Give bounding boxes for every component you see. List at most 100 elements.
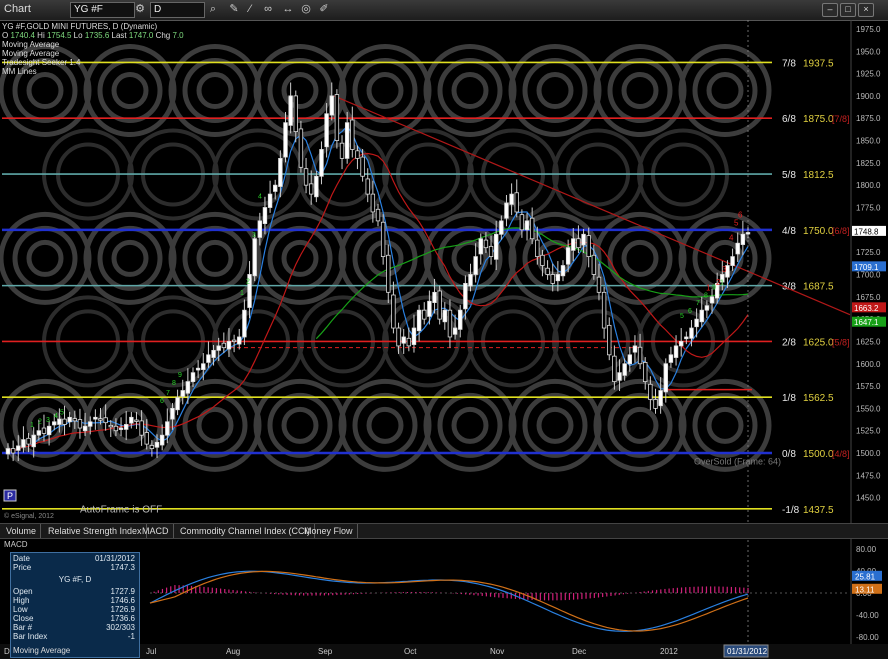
candle-body bbox=[483, 239, 489, 249]
interval-input[interactable]: D bbox=[150, 2, 205, 18]
seeker-count: 4 bbox=[54, 413, 58, 420]
bg-circle bbox=[607, 58, 673, 124]
mm-line-value: 1437.5 bbox=[803, 505, 834, 516]
candle-body bbox=[735, 242, 740, 255]
candle-body bbox=[519, 214, 525, 231]
mm-line-value: 1750.0 bbox=[803, 226, 834, 237]
mm-line-label: 6/8 bbox=[782, 114, 796, 125]
price-tick-label: 1875.0 bbox=[856, 114, 881, 123]
tab-cci[interactable]: Commodity Channel Index (CCI) bbox=[176, 524, 316, 538]
bg-circle bbox=[111, 239, 149, 277]
candle-body bbox=[62, 418, 67, 425]
candle-body bbox=[252, 238, 257, 277]
candle-body bbox=[129, 416, 134, 424]
candle-body bbox=[560, 265, 566, 277]
candle-body bbox=[278, 157, 283, 187]
tab-volume[interactable]: Volume bbox=[2, 524, 42, 538]
price-tick-label: 1550.0 bbox=[856, 404, 881, 413]
mm-line-label: 4/8 bbox=[782, 226, 796, 237]
price-tick-label: 1950.0 bbox=[856, 47, 881, 56]
price-tick-label: 1450.0 bbox=[856, 494, 881, 503]
bg-circle bbox=[692, 225, 758, 291]
bg-circle bbox=[607, 225, 673, 291]
candle-body bbox=[329, 95, 334, 116]
seeker-count: 4 bbox=[258, 194, 262, 201]
magnify-icon[interactable]: ◎ bbox=[300, 3, 312, 15]
mm-line-value: 1875.0 bbox=[803, 114, 834, 125]
candle-body bbox=[154, 441, 160, 448]
study-2[interactable]: Moving Average bbox=[2, 49, 184, 58]
low-label: Lo bbox=[73, 31, 83, 40]
price-tick-label: 1825.0 bbox=[856, 159, 881, 168]
oversold-label: OverSold (Frame: 64) bbox=[694, 457, 781, 467]
dw-value: 1727.9 bbox=[110, 587, 135, 596]
price-tick-label: 1600.0 bbox=[856, 360, 881, 369]
maximize-button[interactable]: □ bbox=[840, 3, 856, 17]
dw-value: 1736.6 bbox=[110, 614, 135, 623]
mm-line-label: 0/8 bbox=[782, 449, 796, 460]
dw-label: High bbox=[13, 596, 30, 605]
bg-circle bbox=[692, 392, 758, 458]
bg-circle bbox=[352, 392, 418, 458]
seeker-count: 5 bbox=[680, 313, 684, 320]
pencil-icon[interactable]: ✎ bbox=[228, 3, 240, 15]
macd-title: MACD bbox=[4, 540, 28, 549]
candle-body bbox=[237, 336, 242, 345]
candle-body bbox=[447, 309, 453, 338]
macd-tick-label: 80.00 bbox=[856, 545, 877, 554]
dw-row: Bar # 302/303 bbox=[13, 623, 135, 632]
candle-body bbox=[113, 425, 119, 432]
candle-body bbox=[648, 383, 653, 400]
seeker-count-red: 6 bbox=[738, 210, 743, 219]
dw-date-row: Date 01/31/2012 bbox=[13, 554, 135, 563]
time-axis-label: Jul bbox=[146, 647, 156, 656]
close-button[interactable]: × bbox=[858, 3, 874, 17]
mm-line-tag: [5/8] bbox=[832, 337, 850, 347]
candle-body bbox=[350, 119, 355, 150]
dw-row: Close 1736.6 bbox=[13, 614, 135, 623]
candle-body bbox=[123, 424, 129, 430]
candle-body bbox=[452, 327, 458, 335]
mm-line-label: 1/8 bbox=[782, 393, 796, 404]
time-axis-label: 2012 bbox=[660, 647, 678, 656]
bg-circle bbox=[451, 72, 489, 110]
study-3[interactable]: Tradesight Seeker 1.4 bbox=[2, 58, 184, 67]
seeker-count: 6 bbox=[688, 308, 692, 315]
search-icon[interactable]: ⌕ bbox=[207, 3, 219, 15]
minimize-button[interactable]: – bbox=[822, 3, 838, 17]
candle-body bbox=[427, 300, 432, 317]
link-icon[interactable]: ∞ bbox=[262, 3, 274, 15]
line-tool-icon[interactable]: ⁄ bbox=[244, 3, 256, 15]
candle-body bbox=[77, 419, 83, 429]
candle-body bbox=[82, 425, 88, 432]
candle-body bbox=[632, 345, 638, 353]
candle-body bbox=[5, 448, 11, 455]
candle-body bbox=[211, 349, 216, 358]
price-tick-label: 1800.0 bbox=[856, 181, 881, 190]
study-1[interactable]: Moving Average bbox=[2, 40, 184, 49]
tab-macd[interactable]: MACD bbox=[138, 524, 174, 538]
price-tick-label: 1925.0 bbox=[856, 70, 881, 79]
study-4[interactable]: MM Lines bbox=[2, 67, 184, 76]
dw-row: Bar Index -1 bbox=[13, 632, 135, 641]
candle-body bbox=[375, 208, 381, 222]
time-axis-label: Aug bbox=[226, 647, 240, 656]
chg-value: 7.0 bbox=[172, 31, 184, 40]
tab-rsi[interactable]: Relative Strength Index bbox=[44, 524, 147, 538]
candle-body bbox=[159, 434, 165, 446]
candle-body bbox=[694, 318, 699, 328]
tab-money-flow[interactable]: Money Flow bbox=[300, 524, 358, 538]
candle-body bbox=[396, 327, 401, 347]
bg-circle bbox=[12, 225, 78, 291]
candle-body bbox=[406, 337, 412, 347]
dw-price-row: Price 1747.3 bbox=[13, 563, 135, 572]
settings-icon[interactable]: ⚙ bbox=[134, 3, 146, 15]
draw-icon[interactable]: ✐ bbox=[318, 3, 330, 15]
mm-line-tag: [6/8] bbox=[832, 226, 850, 236]
mm-line-tag: [4/8] bbox=[832, 449, 850, 459]
bg-circle bbox=[182, 392, 248, 458]
seeker-count-red: 4 bbox=[729, 234, 734, 243]
symbol-input[interactable]: YG #F bbox=[70, 2, 135, 18]
mm-line-label: 5/8 bbox=[782, 170, 796, 181]
cursor-icon[interactable]: ↔ bbox=[282, 3, 294, 15]
